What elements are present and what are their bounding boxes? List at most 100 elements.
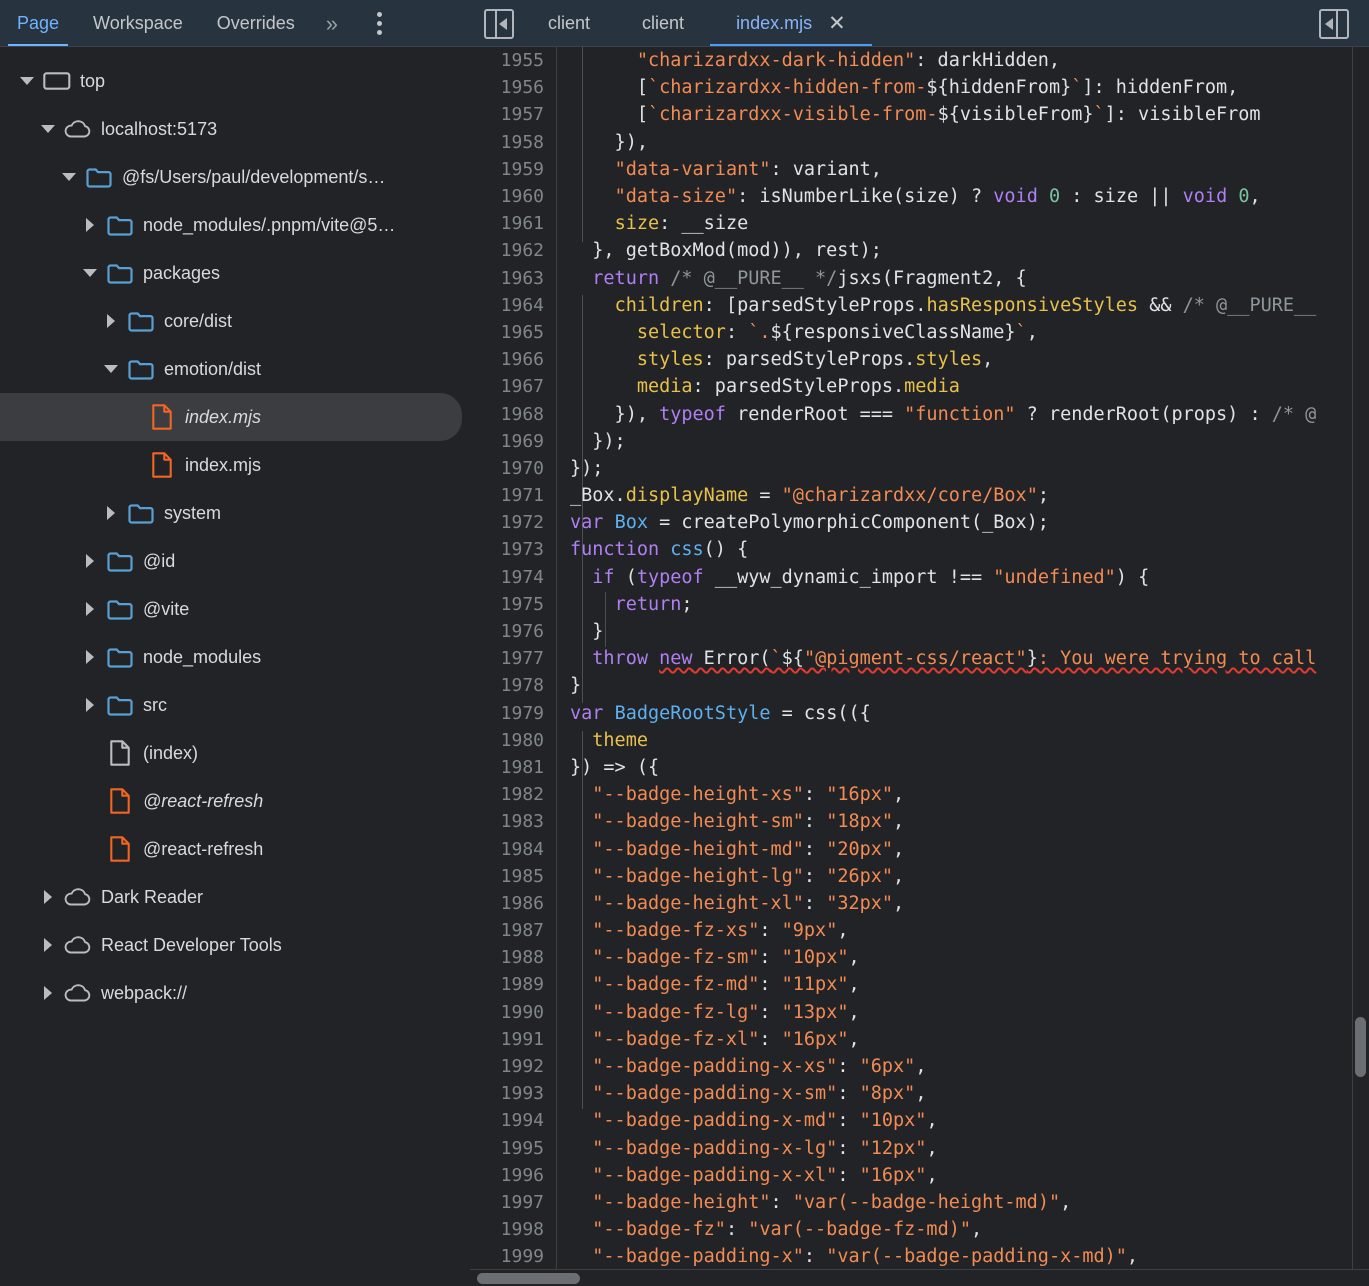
code-editor[interactable]: 1955 "charizardxx-dark-hidden": darkHidd…: [470, 47, 1369, 1286]
editor-tab-index-mjs[interactable]: index.mjs ✕: [710, 0, 872, 47]
code-token: "--badge-fz-sm": [592, 947, 760, 969]
tree-item-node-modules-pnpm-vite-5[interactable]: node_modules/.pnpm/vite@5…: [0, 201, 470, 249]
chevron-right-icon[interactable]: [77, 698, 103, 712]
line-number[interactable]: 1980: [470, 730, 544, 751]
line-number[interactable]: 1988: [470, 947, 544, 968]
more-tabs-chevron-icon[interactable]: »: [312, 11, 349, 37]
chevron-right-icon[interactable]: [98, 506, 124, 520]
tree-item-webpack[interactable]: webpack://: [0, 969, 470, 1017]
line-number[interactable]: 1963: [470, 268, 544, 289]
tree-item-node-modules[interactable]: node_modules: [0, 633, 470, 681]
tree-item-index-mjs[interactable]: index.mjs: [0, 393, 462, 441]
line-number[interactable]: 1979: [470, 703, 544, 724]
kebab-menu-icon[interactable]: [365, 9, 393, 39]
chevron-down-icon[interactable]: [77, 269, 103, 277]
line-number[interactable]: 1990: [470, 1002, 544, 1023]
vertical-scrollbar[interactable]: [1352, 47, 1369, 1269]
collapse-left-panel-icon[interactable]: [484, 8, 514, 39]
line-number[interactable]: 1958: [470, 132, 544, 153]
line-number[interactable]: 1956: [470, 77, 544, 98]
line-number[interactable]: 1955: [470, 50, 544, 71]
line-number[interactable]: 1994: [470, 1110, 544, 1131]
line-number[interactable]: 1974: [470, 567, 544, 588]
tree-item-top[interactable]: top: [0, 57, 470, 105]
line-number[interactable]: 1998: [470, 1219, 544, 1240]
cloud-icon: [61, 887, 95, 907]
chevron-down-icon[interactable]: [98, 365, 124, 373]
chevron-right-icon[interactable]: [35, 986, 61, 1000]
line-number[interactable]: 1967: [470, 376, 544, 397]
tree-item-index[interactable]: (index): [0, 729, 470, 777]
tree-item-react-developer-tools[interactable]: React Developer Tools: [0, 921, 470, 969]
line-number[interactable]: 1975: [470, 594, 544, 615]
line-number[interactable]: 1968: [470, 404, 544, 425]
chevron-down-icon[interactable]: [14, 77, 40, 85]
chevron-right-icon[interactable]: [77, 650, 103, 664]
line-number[interactable]: 1986: [470, 893, 544, 914]
line-number[interactable]: 1961: [470, 213, 544, 234]
code-line: 1997 "--badge-height": "var(--badge-heig…: [470, 1189, 1369, 1216]
line-number[interactable]: 1991: [470, 1029, 544, 1050]
line-number[interactable]: 1966: [470, 349, 544, 370]
tree-item-index-mjs[interactable]: index.mjs: [0, 441, 470, 489]
line-number[interactable]: 1985: [470, 866, 544, 887]
chevron-right-icon[interactable]: [35, 938, 61, 952]
tree-item-react-refresh[interactable]: @react-refresh: [0, 825, 470, 873]
tree-item-vite[interactable]: @vite: [0, 585, 470, 633]
line-number[interactable]: 1960: [470, 186, 544, 207]
tree-item-packages[interactable]: packages: [0, 249, 470, 297]
tree-item-src[interactable]: src: [0, 681, 470, 729]
chevron-right-icon[interactable]: [77, 602, 103, 616]
chevron-right-icon[interactable]: [35, 890, 61, 904]
line-number[interactable]: 1999: [470, 1246, 544, 1267]
close-icon[interactable]: ✕: [828, 13, 846, 34]
line-number[interactable]: 1978: [470, 675, 544, 696]
line-number[interactable]: 1987: [470, 920, 544, 941]
editor-tab-client-1[interactable]: client: [522, 0, 616, 47]
line-number[interactable]: 1992: [470, 1056, 544, 1077]
line-number[interactable]: 1964: [470, 295, 544, 316]
line-number[interactable]: 1983: [470, 811, 544, 832]
line-number[interactable]: 1973: [470, 539, 544, 560]
line-number[interactable]: 1995: [470, 1138, 544, 1159]
tree-item-fs-users-paul-development-s[interactable]: @fs/Users/paul/development/s…: [0, 153, 470, 201]
horizontal-scrollbar[interactable]: [470, 1269, 1369, 1286]
line-number[interactable]: 1972: [470, 512, 544, 533]
line-number[interactable]: 1959: [470, 159, 544, 180]
tree-item-id[interactable]: @id: [0, 537, 470, 585]
collapse-right-panel-icon[interactable]: [1319, 8, 1349, 39]
line-number[interactable]: 1982: [470, 784, 544, 805]
nav-tab-workspace[interactable]: Workspace: [76, 0, 200, 47]
nav-tab-overrides[interactable]: Overrides: [200, 0, 312, 47]
line-number[interactable]: 1997: [470, 1192, 544, 1213]
line-number[interactable]: 1965: [470, 322, 544, 343]
chevron-right-icon[interactable]: [77, 554, 103, 568]
line-number[interactable]: 1962: [470, 240, 544, 261]
line-number[interactable]: 1984: [470, 839, 544, 860]
horizontal-scrollbar-thumb[interactable]: [477, 1273, 580, 1284]
line-number[interactable]: 1970: [470, 458, 544, 479]
vertical-scrollbar-thumb[interactable]: [1355, 1017, 1366, 1077]
tree-item-core-dist[interactable]: core/dist: [0, 297, 470, 345]
nav-tab-page[interactable]: Page: [0, 0, 76, 47]
line-number[interactable]: 1981: [470, 757, 544, 778]
line-number[interactable]: 1996: [470, 1165, 544, 1186]
line-number[interactable]: 1993: [470, 1083, 544, 1104]
tree-item-localhost-5173[interactable]: localhost:5173: [0, 105, 470, 153]
chevron-down-icon[interactable]: [56, 173, 82, 181]
tree-item-system[interactable]: system: [0, 489, 470, 537]
line-number[interactable]: 1971: [470, 485, 544, 506]
tree-item-dark-reader[interactable]: Dark Reader: [0, 873, 470, 921]
tree-item-emotion-dist[interactable]: emotion/dist: [0, 345, 470, 393]
chevron-down-icon[interactable]: [35, 125, 61, 133]
tree-item-react-refresh[interactable]: @react-refresh: [0, 777, 470, 825]
chevron-right-icon[interactable]: [77, 218, 103, 232]
line-number[interactable]: 1977: [470, 648, 544, 669]
line-number[interactable]: 1969: [470, 431, 544, 452]
chevron-right-icon[interactable]: [98, 314, 124, 328]
line-number[interactable]: 1976: [470, 621, 544, 642]
line-number[interactable]: 1957: [470, 104, 544, 125]
tree-item-label: core/dist: [164, 310, 233, 331]
editor-tab-client-2[interactable]: client: [616, 0, 710, 47]
line-number[interactable]: 1989: [470, 974, 544, 995]
